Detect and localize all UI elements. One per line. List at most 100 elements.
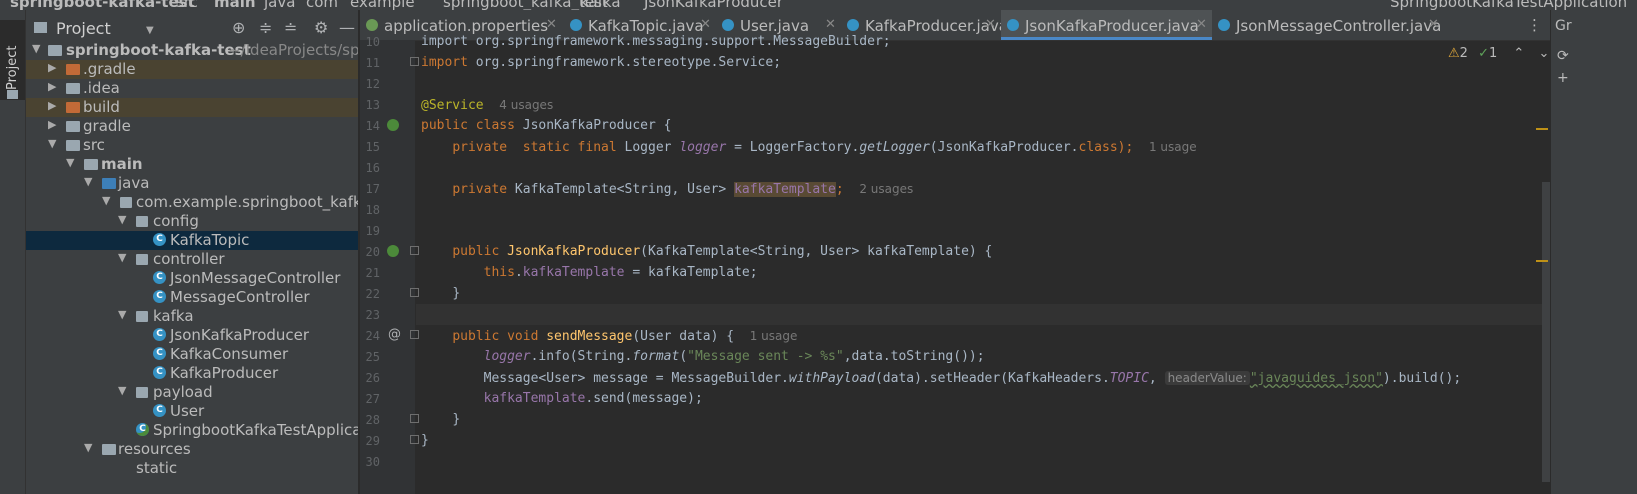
tree-item[interactable]: ▼ com.example.springboot_kafka_te [26,193,358,212]
usages-hint[interactable]: 1 usage [1149,140,1197,154]
tree-item[interactable]: C KafkaConsumer [26,345,358,364]
tree-item[interactable]: ▼ kafka [26,307,358,326]
chevron-down-icon[interactable]: ▼ [84,175,92,188]
tree-item[interactable]: ▼ config [26,212,358,231]
code-line-21[interactable]: this.kafkaTemplate = kafkaTemplate; [421,263,758,283]
tree-item[interactable]: C User [26,402,358,421]
annotation-gutter-icon[interactable]: @ [388,327,401,342]
bean-gutter-icon[interactable] [387,245,399,257]
fold-icon[interactable] [410,288,419,297]
expand-all-icon[interactable]: ≑ [259,18,272,37]
usages-hint[interactable]: 2 usages [859,182,913,196]
next-highlight-icon[interactable]: ⌄ [1538,46,1549,61]
code-line-14[interactable]: public class JsonKafkaProducer { [421,116,671,136]
breadcrumb-class[interactable]: JsonKafkaProducer [644,0,783,10]
code-line-26[interactable]: Message<User> message = MessageBuilder.w… [421,368,1461,388]
tab-jsonmessagecontroller[interactable]: JsonMessageController.java ✕ [1212,10,1444,40]
minimize-icon[interactable]: — [339,18,355,37]
fold-icon[interactable] [410,330,419,339]
run-config-selector[interactable]: SpringbootKafkaTestApplication [1390,0,1627,10]
fold-icon[interactable] [410,57,419,66]
tree-item[interactable]: ▶ build [26,98,358,117]
code-line-24[interactable]: public void sendMessage(User data) { 1 u… [421,326,797,346]
tree-root[interactable]: ▼ springboot-kafka-test ~/IdeaProjects/s… [26,41,358,60]
tree-item[interactable]: ▶ .gradle [26,60,358,79]
fold-icon[interactable] [410,435,419,444]
close-icon[interactable]: ✕ [700,17,711,32]
bean-gutter-icon[interactable] [387,119,399,131]
tree-item[interactable]: ▼ controller [26,250,358,269]
project-tool-tab[interactable]: Project [0,20,25,100]
chevron-down-icon[interactable]: ▼ [84,441,92,454]
warning-marker[interactable] [1536,260,1548,262]
breadcrumb-example[interactable]: example [350,0,415,10]
tree-item[interactable]: ▶ gradle [26,117,358,136]
breadcrumb-com[interactable]: com [306,0,338,10]
close-icon[interactable]: ✕ [825,17,836,32]
fold-icon[interactable] [410,246,419,255]
gear-icon[interactable]: ⚙ [314,18,328,37]
breadcrumb-java[interactable]: java [264,0,295,10]
close-icon[interactable]: ✕ [1196,17,1207,32]
locate-icon[interactable]: ⊕ [232,18,245,37]
code-line-29[interactable]: } [421,431,429,451]
warning-marker[interactable] [1536,128,1548,130]
code-line-17[interactable]: private KafkaTemplate<String, User> kafk… [421,179,913,199]
tree-item[interactable]: C KafkaProducer [26,364,358,383]
chevron-down-icon[interactable]: ▼ [118,384,126,397]
collapse-all-icon[interactable]: ≐ [284,18,297,37]
chevron-right-icon[interactable]: ▶ [48,80,56,93]
breadcrumb-kafka[interactable]: kafka [580,0,621,10]
add-icon[interactable]: + [1557,70,1569,86]
chevron-down-icon[interactable]: ▼ [32,42,40,55]
tree-item[interactable]: ▼ java [26,174,358,193]
gradle-tool-tab[interactable]: Gr [1555,18,1572,34]
breadcrumb-project[interactable]: springboot-kafka-test [10,0,195,10]
chevron-down-icon[interactable]: ▼ [118,251,126,264]
chevron-down-icon[interactable]: ▼ [146,25,154,36]
project-panel-title[interactable]: Project [56,19,111,38]
tab-jsonkafkaproducer[interactable]: JsonKafkaProducer.java ✕ [1001,10,1212,40]
tree-item[interactable]: ▼ resources [26,440,358,459]
chevron-right-icon[interactable]: ▶ [48,118,56,131]
inspection-widget[interactable]: ⚠2 ✓1 ⌃ ⌄ [1448,46,1549,61]
chevron-down-icon[interactable]: ▼ [118,213,126,226]
breadcrumb-src[interactable]: src [176,0,198,10]
tree-item[interactable]: ▼ main [26,155,358,174]
chevron-down-icon[interactable]: ▼ [48,137,56,150]
chevron-down-icon[interactable]: ▼ [66,156,74,169]
tree-item-selected[interactable]: C KafkaTopic [26,231,358,250]
code-line-20[interactable]: public JsonKafkaProducer(KafkaTemplate<S… [421,242,992,262]
code-line-11[interactable]: import org.springframework.stereotype.Se… [421,53,781,73]
chevron-down-icon[interactable]: ▼ [102,194,110,207]
tree-item[interactable]: C SpringbootKafkaTestApplicatio [26,421,358,440]
chevron-right-icon[interactable]: ▶ [48,99,56,112]
tree-item[interactable]: C JsonKafkaProducer [26,326,358,345]
editor-scrollbar[interactable] [1542,182,1550,482]
previous-highlight-icon[interactable]: ⌃ [1513,46,1524,61]
code-line-27[interactable]: kafkaTemplate.send(message); [421,389,703,409]
tree-item[interactable]: ▼ payload [26,383,358,402]
close-icon[interactable]: ✕ [985,17,996,32]
code-line-22[interactable]: } [421,284,460,304]
code-line-10[interactable]: import org.springframework.messaging.sup… [421,32,891,52]
breadcrumb-main[interactable]: main [214,0,256,10]
code-line-13[interactable]: @Service 4 usages [421,95,553,115]
tree-item[interactable]: C MessageController [26,288,358,307]
refresh-icon[interactable]: ⟳ [1557,48,1569,64]
close-icon[interactable]: ✕ [1428,17,1439,32]
usages-hint[interactable]: 4 usages [499,98,553,112]
tree-item[interactable]: ▶ .idea [26,79,358,98]
more-tabs-icon[interactable]: ⋮ [1527,16,1542,34]
tree-item[interactable]: C JsonMessageController [26,269,358,288]
tree-item[interactable]: static [26,459,358,478]
code-line-28[interactable]: } [421,410,460,430]
tree-item[interactable]: ▼ src [26,136,358,155]
usages-hint[interactable]: 1 usage [750,329,798,343]
chevron-right-icon[interactable]: ▶ [48,61,56,74]
close-icon[interactable]: ✕ [546,17,557,32]
chevron-down-icon[interactable]: ▼ [118,308,126,321]
fold-icon[interactable] [410,414,419,423]
code-line-25[interactable]: logger.info(String.format("Message sent … [421,347,985,367]
code-line-15[interactable]: private static final Logger logger = Log… [421,137,1197,157]
